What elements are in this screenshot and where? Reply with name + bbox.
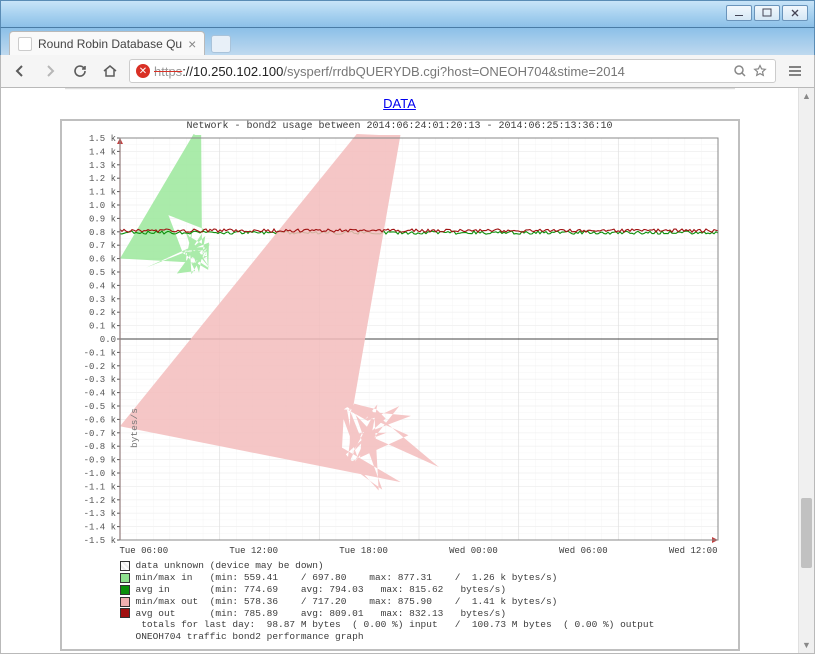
legend-footer: ONEOH704 traffic bond2 performance graph	[120, 631, 730, 643]
svg-text:1.2 k: 1.2 k	[88, 174, 115, 184]
svg-text:-0.8 k: -0.8 k	[83, 442, 115, 452]
svg-text:-0.2 k: -0.2 k	[83, 362, 115, 372]
legend-min-max-out: min/max out (min: 578.36 / 717.20 max: 8…	[120, 596, 730, 608]
window-maximize-button[interactable]	[754, 5, 780, 21]
tab-close-icon[interactable]: ×	[188, 37, 196, 51]
chart-title: Network - bond2 usage between 2014:06:24…	[70, 121, 730, 132]
svg-text:0.5 k: 0.5 k	[88, 268, 115, 278]
url-text: https://10.250.102.100/sysperf/rrdbQUERY…	[154, 64, 729, 79]
tab-title: Round Robin Database Qu	[38, 37, 182, 51]
bookmark-star-icon[interactable]	[751, 62, 769, 80]
top-rule	[65, 88, 735, 90]
scroll-up-arrow[interactable]: ▲	[799, 88, 814, 104]
browser-tab[interactable]: Round Robin Database Qu ×	[9, 31, 205, 55]
svg-text:-1.2 k: -1.2 k	[83, 496, 115, 506]
svg-text:1.1 k: 1.1 k	[88, 188, 115, 198]
back-button[interactable]	[9, 60, 31, 82]
svg-text:0.4 k: 0.4 k	[88, 281, 115, 291]
svg-text:0.3 k: 0.3 k	[88, 295, 115, 305]
svg-text:0.0: 0.0	[99, 335, 115, 345]
new-tab-button[interactable]	[211, 35, 231, 53]
https-error-icon: ✕	[136, 64, 150, 78]
vertical-scrollbar[interactable]: ▲ ▼	[798, 88, 814, 653]
data-link[interactable]: DATA	[1, 96, 798, 111]
svg-text:-1.3 k: -1.3 k	[83, 509, 115, 519]
svg-text:1.5 k: 1.5 k	[88, 134, 115, 144]
svg-text:0.6 k: 0.6 k	[88, 255, 115, 265]
svg-text:-0.3 k: -0.3 k	[83, 375, 115, 385]
svg-text:-0.1 k: -0.1 k	[83, 348, 115, 358]
window-titlebar	[0, 0, 815, 28]
legend-avg-out: avg out (min: 785.89 avg: 809.01 max: 83…	[120, 608, 730, 620]
svg-text:0.1 k: 0.1 k	[88, 322, 115, 332]
legend-totals: totals for last day: 98.87 M bytes ( 0.0…	[120, 619, 730, 631]
reload-button[interactable]	[69, 60, 91, 82]
y-axis-label: bytes/s	[129, 408, 140, 448]
svg-text:0.7 k: 0.7 k	[88, 241, 115, 251]
legend-avg-in: avg in (min: 774.69 avg: 794.03 max: 815…	[120, 584, 730, 596]
svg-text:-1.4 k: -1.4 k	[83, 523, 115, 533]
forward-button[interactable]	[39, 60, 61, 82]
scroll-thumb[interactable]	[801, 498, 812, 568]
svg-text:-1.1 k: -1.1 k	[83, 482, 115, 492]
home-button[interactable]	[99, 60, 121, 82]
legend-block: data unknown (device may be down) min/ma…	[70, 556, 730, 643]
svg-text:-1.5 k: -1.5 k	[83, 536, 115, 544]
svg-text:0.8 k: 0.8 k	[88, 228, 115, 238]
svg-text:1.4 k: 1.4 k	[88, 147, 115, 157]
window-minimize-button[interactable]	[726, 5, 752, 21]
svg-text:-0.9 k: -0.9 k	[83, 456, 115, 466]
scroll-down-arrow[interactable]: ▼	[799, 637, 814, 653]
graph-card: Network - bond2 usage between 2014:06:24…	[60, 119, 740, 651]
svg-text:-0.7 k: -0.7 k	[83, 429, 115, 439]
svg-text:1.0 k: 1.0 k	[88, 201, 115, 211]
svg-text:1.3 k: 1.3 k	[88, 161, 115, 171]
svg-text:0.9 k: 0.9 k	[88, 214, 115, 224]
tab-favicon	[18, 37, 32, 51]
svg-text:-0.6 k: -0.6 k	[83, 415, 115, 425]
tab-strip: Round Robin Database Qu ×	[0, 28, 815, 55]
menu-button[interactable]	[784, 60, 806, 82]
zoom-icon[interactable]	[731, 62, 749, 80]
svg-text:-0.5 k: -0.5 k	[83, 402, 115, 412]
page-viewport: bytes/s DATA Network - bond2 usage betwe…	[0, 88, 815, 654]
svg-text:-0.4 k: -0.4 k	[83, 389, 115, 399]
window-close-button[interactable]	[782, 5, 808, 21]
network-chart: 1.5 k 1.4 k 1.3 k 1.2 k 1.1 k 1.0 k 0.9 k 0.8 k…	[70, 134, 730, 544]
browser-toolbar: ✕ https://10.250.102.100/sysperf/rrdbQUE…	[0, 55, 815, 88]
svg-text:-1.0 k: -1.0 k	[83, 469, 115, 479]
x-axis-labels: Tue 06:00Tue 12:00Tue 18:00Wed 00:00Wed …	[70, 546, 730, 556]
svg-text:0.2 k: 0.2 k	[88, 308, 115, 318]
legend-min-max-in: min/max in (min: 559.41 / 697.80 max: 87…	[120, 572, 730, 584]
address-bar[interactable]: ✕ https://10.250.102.100/sysperf/rrdbQUE…	[129, 59, 776, 83]
legend-data-unknown: data unknown (device may be down)	[120, 560, 730, 572]
